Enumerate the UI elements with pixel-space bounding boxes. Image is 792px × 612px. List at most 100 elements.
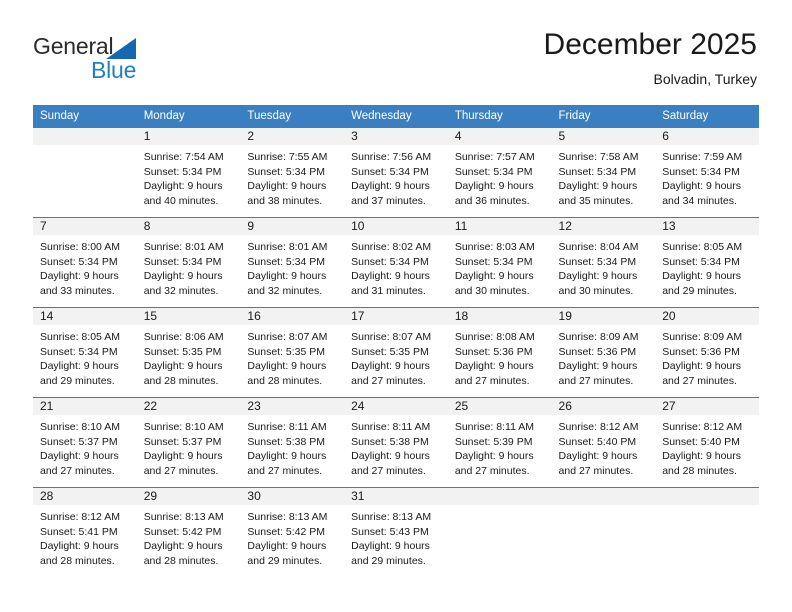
sunrise-text: Sunrise: 8:08 AM: [454, 331, 535, 343]
calendar-header-row: Sunday Monday Tuesday Wednesday Thursday…: [33, 105, 759, 128]
sunset-text: Sunset: 5:35 PM: [247, 345, 326, 358]
title-block: December 2025 Bolvadin, Turkey: [544, 28, 757, 88]
day-number: 26: [551, 398, 656, 415]
calendar-day-cell[interactable]: 27 Sunrise: 8:12 AM Sunset: 5:40 PM Dayligh…: [655, 397, 759, 488]
sunset-text: Sunset: 5:42 PM: [143, 525, 222, 538]
day-sun-info: Sunrise: 8:06 AM Sunset: 5:35 PM Daylight:…: [137, 325, 241, 388]
daylight-text-line1: Daylight: 9 hours: [454, 360, 534, 373]
brand-name-general: General: [33, 33, 114, 59]
sunrise-text: Sunrise: 8:05 AM: [40, 331, 120, 343]
sunrise-text: Sunrise: 7:58 AM: [558, 151, 639, 163]
weekday-header-saturday: Saturday: [655, 105, 759, 128]
sunrise-text: Sunrise: 8:04 AM: [558, 241, 639, 253]
calendar-day-cell[interactable]: 4 Sunrise: 7:57 AM Sunset: 5:34 PM Daylight…: [447, 127, 552, 218]
sunset-text: Sunset: 5:42 PM: [247, 525, 326, 538]
calendar-day-cell[interactable]: 18 Sunrise: 8:08 AM Sunset: 5:36 PM Dayligh…: [447, 307, 552, 398]
calendar-day-cell[interactable]: 17 Sunrise: 8:07 AM Sunset: 5:35 PM Dayligh…: [344, 307, 448, 398]
calendar-day-cell[interactable]: 13 Sunrise: 8:05 AM Sunset: 5:34 PM Dayligh…: [655, 217, 759, 308]
calendar-day-cell[interactable]: 9 Sunrise: 8:01 AM Sunset: 5:34 PM Daylight…: [240, 217, 345, 308]
brand-logo[interactable]: General Blue: [33, 33, 273, 88]
daylight-text-line2: and 34 minutes.: [662, 194, 737, 207]
day-number: 13: [655, 218, 759, 235]
brand-name-blue: Blue: [91, 57, 137, 83]
day-sun-info: Sunrise: 8:10 AM Sunset: 5:37 PM Daylight:…: [33, 415, 137, 478]
calendar-day-cell[interactable]: 20 Sunrise: 8:09 AM Sunset: 5:36 PM Dayligh…: [655, 307, 759, 398]
calendar-day-cell[interactable]: 26 Sunrise: 8:12 AM Sunset: 5:40 PM Dayligh…: [551, 397, 656, 488]
daylight-text-line1: Daylight: 9 hours: [40, 540, 119, 553]
day-sun-info: Sunrise: 7:59 AM Sunset: 5:34 PM Daylight:…: [655, 145, 759, 208]
sunrise-text: Sunrise: 8:09 AM: [558, 331, 639, 343]
calendar-day-cell[interactable]: 3 Sunrise: 7:56 AM Sunset: 5:34 PM Daylight…: [344, 127, 448, 218]
calendar-day-cell[interactable]: 15 Sunrise: 8:06 AM Sunset: 5:35 PM Dayligh…: [136, 307, 241, 398]
sunrise-text: Sunrise: 8:07 AM: [351, 331, 432, 343]
day-sun-info: Sunrise: 8:11 AM Sunset: 5:38 PM Daylight:…: [240, 415, 344, 478]
calendar-day-cell[interactable]: 5 Sunrise: 7:58 AM Sunset: 5:34 PM Daylight…: [551, 127, 656, 218]
daylight-text-line2: and 28 minutes.: [662, 464, 737, 477]
calendar-day-cell[interactable]: 24 Sunrise: 8:11 AM Sunset: 5:38 PM Dayligh…: [344, 397, 448, 488]
day-number: 6: [655, 128, 759, 145]
calendar-week-row: 14 Sunrise: 8:05 AM Sunset: 5:34 PM Dayligh…: [33, 307, 759, 398]
sunrise-text: Sunrise: 8:11 AM: [454, 421, 534, 433]
calendar-day-cell[interactable]: 6 Sunrise: 7:59 AM Sunset: 5:34 PM Daylight…: [655, 127, 759, 218]
calendar-day-cell[interactable]: 7 Sunrise: 8:00 AM Sunset: 5:34 PM Daylight…: [33, 217, 137, 308]
calendar-day-cell[interactable]: 12 Sunrise: 8:04 AM Sunset: 5:34 PM Dayligh…: [551, 217, 656, 308]
day-number: 19: [551, 308, 656, 325]
calendar-day-cell[interactable]: 28 Sunrise: 8:12 AM Sunset: 5:41 PM Dayligh…: [33, 487, 137, 577]
daylight-text-line1: Daylight: 9 hours: [662, 450, 742, 463]
calendar-day-cell[interactable]: 19 Sunrise: 8:09 AM Sunset: 5:36 PM Dayligh…: [551, 307, 656, 398]
calendar-day-cell[interactable]: 21 Sunrise: 8:10 AM Sunset: 5:37 PM Dayligh…: [33, 397, 137, 488]
day-sun-info: Sunrise: 8:07 AM Sunset: 5:35 PM Daylight:…: [240, 325, 344, 388]
calendar-table: Sunday Monday Tuesday Wednesday Thursday…: [33, 105, 759, 577]
sunset-text: Sunset: 5:40 PM: [662, 435, 740, 448]
daylight-text-line1: Daylight: 9 hours: [40, 270, 119, 283]
location-subtitle: Bolvadin, Turkey: [653, 71, 758, 87]
daylight-text-line1: Daylight: 9 hours: [247, 540, 327, 553]
daylight-text-line1: Daylight: 9 hours: [247, 360, 327, 373]
weekday-header-friday: Friday: [551, 105, 656, 128]
page-header: General Blue December 2025 Bolvadin, Tur…: [0, 0, 792, 104]
daylight-text-line2: and 32 minutes.: [143, 284, 219, 297]
daylight-text-line2: and 27 minutes.: [558, 374, 634, 387]
calendar-day-cell[interactable]: 11 Sunrise: 8:03 AM Sunset: 5:34 PM Dayligh…: [447, 217, 552, 308]
calendar-day-cell[interactable]: 1 Sunrise: 7:54 AM Sunset: 5:34 PM Daylight…: [136, 127, 241, 218]
sunset-text: Sunset: 5:36 PM: [662, 345, 740, 358]
calendar-day-cell[interactable]: 25 Sunrise: 8:11 AM Sunset: 5:39 PM Dayligh…: [447, 397, 552, 488]
calendar-day-cell[interactable]: 16 Sunrise: 8:07 AM Sunset: 5:35 PM Dayligh…: [240, 307, 345, 398]
calendar-day-cell[interactable]: 29 Sunrise: 8:13 AM Sunset: 5:42 PM Dayligh…: [136, 487, 241, 577]
sunset-text: Sunset: 5:34 PM: [40, 255, 118, 268]
daylight-text-line2: and 27 minutes.: [454, 374, 530, 387]
daylight-text-line1: Daylight: 9 hours: [558, 180, 638, 193]
calendar-day-cell[interactable]: 22 Sunrise: 8:10 AM Sunset: 5:37 PM Dayligh…: [136, 397, 241, 488]
day-sun-info: Sunrise: 8:03 AM Sunset: 5:34 PM Daylight:…: [448, 235, 552, 298]
sunrise-text: Sunrise: 8:13 AM: [351, 511, 432, 523]
sunset-text: Sunset: 5:34 PM: [40, 345, 118, 358]
day-number: 8: [136, 218, 241, 235]
sunset-text: Sunset: 5:34 PM: [662, 255, 740, 268]
daylight-text-line1: Daylight: 9 hours: [662, 180, 742, 193]
day-sun-info: Sunrise: 8:12 AM Sunset: 5:41 PM Daylight:…: [33, 505, 137, 568]
day-sun-info: Sunrise: 8:13 AM Sunset: 5:42 PM Daylight:…: [137, 505, 241, 568]
day-sun-info: Sunrise: 8:07 AM Sunset: 5:35 PM Daylight:…: [344, 325, 448, 388]
daylight-text-line2: and 28 minutes.: [247, 374, 323, 387]
daylight-text-line1: Daylight: 9 hours: [351, 450, 430, 463]
day-number: 9: [240, 218, 345, 235]
day-sun-info: Sunrise: 8:05 AM Sunset: 5:34 PM Daylight:…: [33, 325, 137, 388]
sunset-text: Sunset: 5:36 PM: [558, 345, 637, 358]
sunrise-text: Sunrise: 8:06 AM: [143, 331, 224, 343]
calendar-day-cell[interactable]: 8 Sunrise: 8:01 AM Sunset: 5:34 PM Daylight…: [136, 217, 241, 308]
weekday-header-sunday: Sunday: [33, 105, 137, 128]
day-number: 15: [136, 308, 241, 325]
calendar-day-cell[interactable]: 2 Sunrise: 7:55 AM Sunset: 5:34 PM Daylight…: [240, 127, 345, 218]
day-sun-info: Sunrise: 8:11 AM Sunset: 5:38 PM Daylight:…: [344, 415, 448, 478]
sunrise-text: Sunrise: 8:01 AM: [143, 241, 224, 253]
weekday-header-monday: Monday: [136, 105, 241, 128]
calendar-day-cell[interactable]: 30 Sunrise: 8:13 AM Sunset: 5:42 PM Dayligh…: [240, 487, 345, 577]
calendar-day-cell[interactable]: 14 Sunrise: 8:05 AM Sunset: 5:34 PM Dayligh…: [33, 307, 137, 398]
daylight-text-line2: and 29 minutes.: [351, 554, 426, 567]
calendar-day-cell[interactable]: 10 Sunrise: 8:02 AM Sunset: 5:34 PM Dayligh…: [344, 217, 448, 308]
day-sun-info: Sunrise: 8:10 AM Sunset: 5:37 PM Daylight:…: [137, 415, 241, 478]
daylight-text-line2: and 37 minutes.: [351, 194, 426, 207]
daylight-text-line1: Daylight: 9 hours: [143, 180, 223, 193]
calendar-day-cell[interactable]: 31 Sunrise: 8:13 AM Sunset: 5:43 PM Dayligh…: [344, 487, 448, 577]
calendar-day-cell[interactable]: 23 Sunrise: 8:11 AM Sunset: 5:38 PM Dayligh…: [240, 397, 345, 488]
